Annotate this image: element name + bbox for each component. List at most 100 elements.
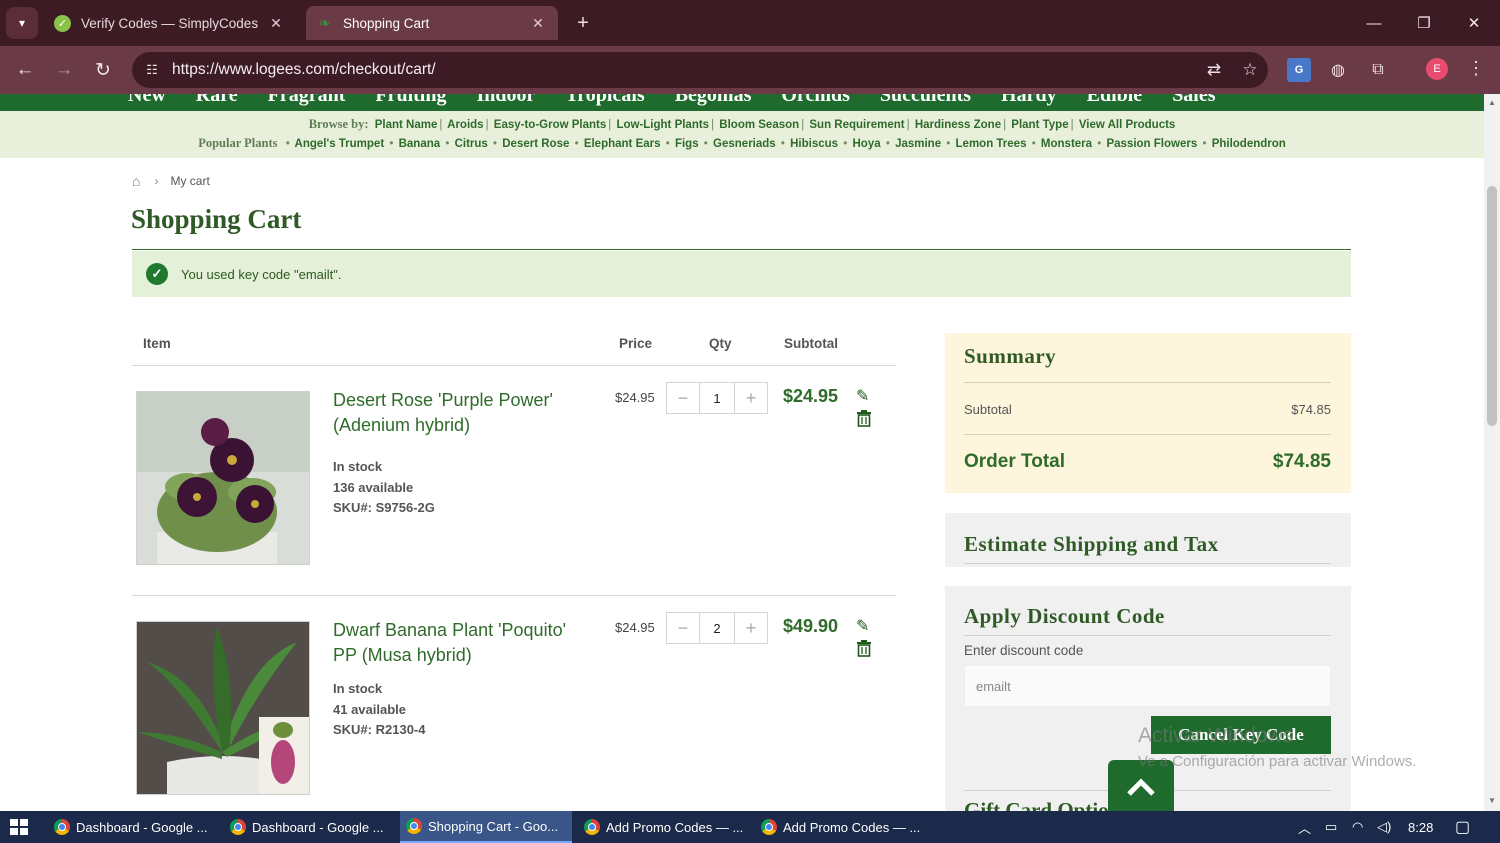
nav-item-fragrant[interactable]: Fragrant	[268, 94, 346, 107]
product-name-link[interactable]: Dwarf Banana Plant 'Poquito' PP (Musa hy…	[333, 618, 588, 668]
battery-icon[interactable]: ▭	[1325, 811, 1337, 843]
window-close-button[interactable]: ✕	[1454, 8, 1494, 38]
gift-card-heading[interactable]: Gift Card Options	[964, 798, 1129, 811]
popular-plants-label: Popular Plants	[198, 136, 278, 150]
globe-extension-icon[interactable]: ◍	[1326, 58, 1350, 82]
nav-item-hardy[interactable]: Hardy	[1001, 94, 1057, 107]
browse-link[interactable]: Plant Name	[375, 119, 438, 131]
site-info-icon[interactable]: ☷	[132, 62, 172, 78]
tab-search-button[interactable]: ▾	[6, 7, 38, 39]
close-icon[interactable]: ✕	[528, 15, 548, 32]
quantity-stepper: − 2 +	[666, 612, 768, 644]
browser-menu-icon[interactable]: ⋮	[1466, 58, 1486, 82]
trash-icon[interactable]	[856, 640, 874, 658]
page-scrollbar[interactable]: ▲ ▼	[1484, 94, 1500, 811]
decrease-quantity-button[interactable]: −	[667, 613, 699, 643]
tab-shopping-cart[interactable]: ❧ Shopping Cart ✕	[306, 6, 558, 40]
address-bar[interactable]: ☷ https://www.logees.com/checkout/cart/ …	[132, 52, 1268, 88]
clock-time[interactable]: 8:28	[1408, 811, 1433, 843]
taskbar-item[interactable]: Add Promo Codes — ...	[755, 811, 927, 843]
restore-button[interactable]: ❐	[1404, 8, 1444, 38]
popular-link[interactable]: Banana	[399, 138, 441, 150]
product-name-link[interactable]: Desert Rose 'Purple Power' (Adenium hybr…	[333, 388, 588, 438]
popular-link[interactable]: Lemon Trees	[956, 138, 1027, 150]
taskbar-item-active[interactable]: Shopping Cart - Goo...	[400, 811, 572, 843]
tab-verify-codes[interactable]: ✓ Verify Codes — SimplyCodes ✕	[44, 6, 296, 40]
taskbar-item[interactable]: Dashboard - Google ...	[224, 811, 396, 843]
browse-link[interactable]: Plant Type	[1011, 119, 1068, 131]
popular-link[interactable]: Hibiscus	[790, 138, 838, 150]
popular-link[interactable]: Desert Rose	[502, 138, 569, 150]
google-translate-extension-icon[interactable]: G	[1287, 58, 1311, 82]
stock-status: In stock	[333, 681, 383, 696]
popular-link[interactable]: Figs	[675, 138, 699, 150]
extensions-puzzle-icon[interactable]: ⧉	[1366, 58, 1390, 82]
popular-link[interactable]: Passion Flowers	[1106, 138, 1197, 150]
browse-link[interactable]: Aroids	[447, 119, 483, 131]
edit-pencil-icon[interactable]: ✎	[856, 616, 874, 635]
browse-link[interactable]: Bloom Season	[719, 119, 799, 131]
scrollbar-thumb[interactable]	[1487, 186, 1497, 426]
product-image-dwarf-banana[interactable]	[136, 621, 310, 795]
browse-link[interactable]: Sun Requirement	[809, 119, 904, 131]
estimate-shipping-section[interactable]: Estimate Shipping and Tax	[945, 513, 1351, 567]
windows-start-icon[interactable]	[10, 819, 28, 835]
popular-link[interactable]: Monstera	[1041, 138, 1092, 150]
forward-button[interactable]: →	[50, 56, 78, 84]
new-tab-button[interactable]: +	[570, 10, 596, 36]
trash-icon[interactable]	[856, 410, 874, 428]
popular-link[interactable]: Philodendron	[1212, 138, 1286, 150]
show-hidden-icons-chevron-icon[interactable]: ︿	[1298, 811, 1311, 843]
volume-icon[interactable]: ◁)	[1377, 811, 1391, 843]
nav-item-edible[interactable]: Edible	[1087, 94, 1143, 107]
browse-link[interactable]: Low-Light Plants	[616, 119, 709, 131]
back-button[interactable]: ←	[11, 56, 39, 84]
url-text[interactable]: https://www.logees.com/checkout/cart/	[172, 61, 1196, 79]
browse-by-label: Browse by:	[308, 117, 369, 131]
increase-quantity-button[interactable]: +	[735, 613, 767, 643]
notifications-icon[interactable]: ▢	[1455, 811, 1470, 843]
product-image-desert-rose[interactable]	[136, 391, 310, 565]
browse-link[interactable]: Easy-to-Grow Plants	[494, 119, 606, 131]
nav-item-orchids[interactable]: Orchids	[781, 94, 850, 107]
nav-item-indoor[interactable]: Indoor	[477, 94, 536, 107]
discount-code-input[interactable]: emailt	[964, 665, 1331, 707]
estimate-shipping-heading[interactable]: Estimate Shipping and Tax	[964, 532, 1219, 557]
scroll-down-arrow-icon[interactable]: ▼	[1487, 796, 1497, 806]
taskbar-item[interactable]: Add Promo Codes — ...	[578, 811, 750, 843]
reload-button[interactable]: ↻	[89, 56, 117, 84]
popular-link[interactable]: Hoya	[853, 138, 881, 150]
scroll-up-arrow-icon[interactable]: ▲	[1487, 98, 1497, 108]
nav-item-tropicals[interactable]: Tropicals	[565, 94, 644, 107]
nav-item-fruiting[interactable]: Fruiting	[375, 94, 446, 107]
quantity-input[interactable]: 1	[699, 383, 735, 413]
item-subtotal: $49.90	[783, 616, 839, 636]
decrease-quantity-button[interactable]: −	[667, 383, 699, 413]
nav-item-rare[interactable]: Rare	[196, 94, 238, 107]
close-icon[interactable]: ✕	[266, 15, 286, 32]
quantity-input[interactable]: 2	[699, 613, 735, 643]
taskbar-item[interactable]: Dashboard - Google ...	[48, 811, 220, 843]
nav-item-begonias[interactable]: Begonias	[675, 94, 752, 107]
popular-link[interactable]: Elephant Ears	[584, 138, 661, 150]
nav-item-succulents[interactable]: Succulents	[880, 94, 971, 107]
popular-link[interactable]: Gesneriads	[713, 138, 776, 150]
home-icon[interactable]: ⌂	[132, 173, 140, 189]
increase-quantity-button[interactable]: +	[735, 383, 767, 413]
bookmark-star-icon[interactable]: ☆	[1232, 60, 1268, 80]
discount-heading[interactable]: Apply Discount Code	[964, 604, 1165, 629]
discount-code-label: Enter discount code	[964, 643, 1084, 658]
divider	[964, 635, 1331, 636]
profile-avatar[interactable]: E	[1426, 58, 1448, 80]
popular-link[interactable]: Jasmine	[895, 138, 941, 150]
popular-link[interactable]: Citrus	[455, 138, 488, 150]
wifi-icon[interactable]: ◠	[1352, 811, 1363, 843]
edit-pencil-icon[interactable]: ✎	[856, 386, 874, 405]
translate-icon[interactable]: ⇄	[1196, 60, 1232, 80]
browse-link[interactable]: Hardiness Zone	[915, 119, 1001, 131]
popular-link[interactable]: Angel's Trumpet	[295, 138, 385, 150]
nav-item-new[interactable]: New	[128, 94, 166, 107]
browse-link[interactable]: View All Products	[1079, 119, 1176, 131]
minimize-button[interactable]: —	[1354, 8, 1394, 38]
nav-item-sales[interactable]: Sales	[1172, 94, 1215, 107]
